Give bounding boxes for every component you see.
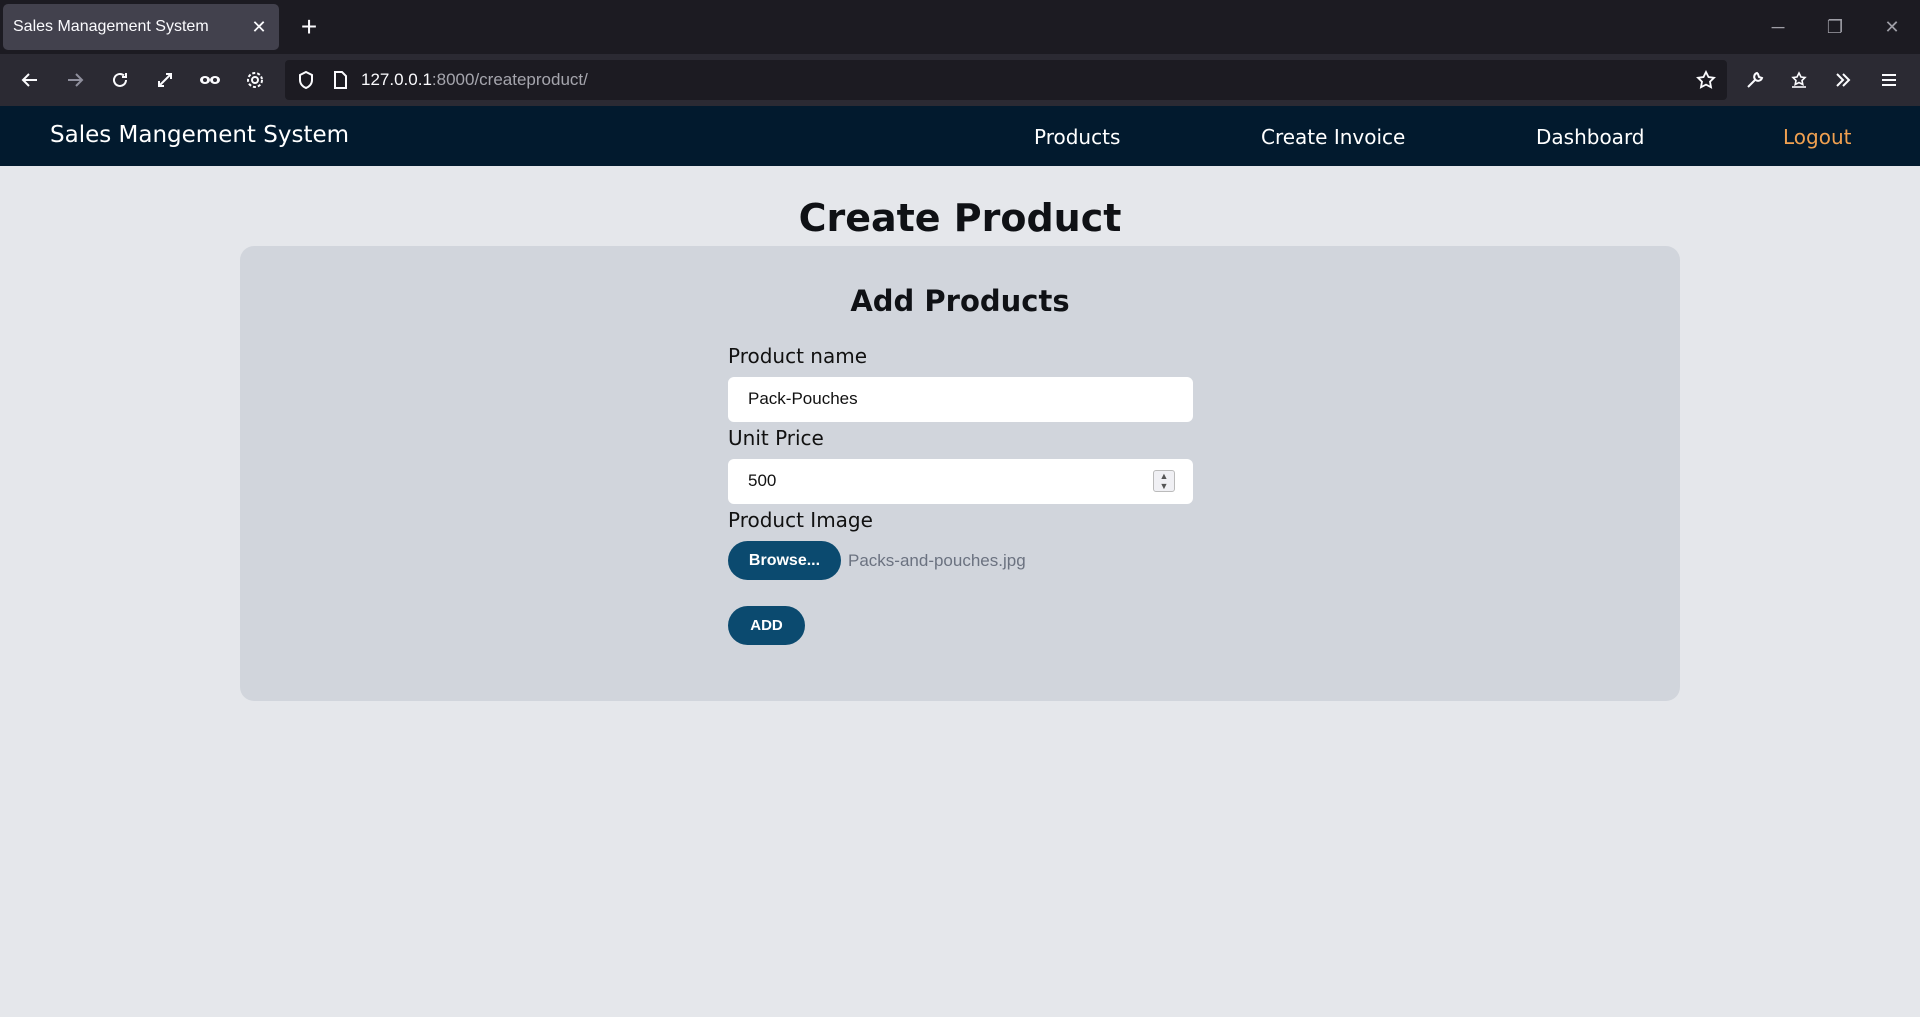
browse-button[interactable]: Browse... <box>728 541 841 580</box>
bookmark-star-icon[interactable] <box>1689 63 1723 97</box>
unit-price-label: Unit Price <box>728 426 824 450</box>
minimize-icon[interactable]: ─ <box>1763 12 1793 42</box>
brand-title[interactable]: Sales Mangement System <box>50 122 349 148</box>
browser-tab[interactable]: Sales Management System ✕ <box>3 4 279 50</box>
menu-hamburger-icon[interactable] <box>1872 63 1906 97</box>
form-heading: Add Products <box>850 284 1070 318</box>
private-mask-icon[interactable] <box>193 63 227 97</box>
app-navbar: Sales Mangement System Products Create I… <box>0 106 1920 166</box>
number-spinner-icon[interactable]: ▲ ▼ <box>1153 470 1175 492</box>
page-info-icon[interactable] <box>323 63 357 97</box>
nav-link-create-invoice[interactable]: Create Invoice <box>1261 125 1405 149</box>
overflow-chevrons-icon[interactable] <box>1826 63 1860 97</box>
page-title: Create Product <box>798 196 1122 240</box>
settings-gear-icon[interactable] <box>238 63 272 97</box>
url-host: 127.0.0.1 <box>361 70 432 89</box>
url-bar[interactable]: 127.0.0.1:8000/createproduct/ <box>285 60 1727 100</box>
forward-icon[interactable] <box>58 63 92 97</box>
selected-file-name: Packs-and-pouches.jpg <box>848 551 1026 570</box>
fullscreen-icon[interactable] <box>148 63 182 97</box>
unit-price-value: 500 <box>748 471 777 490</box>
url-path: :8000/createproduct/ <box>431 70 588 89</box>
browser-tab-bar: Sales Management System ✕ + ─ ❐ ✕ <box>0 0 1920 54</box>
new-tab-button[interactable]: + <box>292 10 326 44</box>
nav-link-dashboard[interactable]: Dashboard <box>1536 125 1645 149</box>
url-text[interactable]: 127.0.0.1:8000/createproduct/ <box>361 70 588 90</box>
close-window-icon[interactable]: ✕ <box>1877 12 1907 42</box>
product-name-value: Pack-Pouches <box>748 389 858 408</box>
add-product-card: Add Products Product name Pack-Pouches U… <box>240 246 1680 701</box>
pocket-star-icon[interactable] <box>1782 63 1816 97</box>
reload-icon[interactable] <box>103 63 137 97</box>
back-icon[interactable] <box>13 63 47 97</box>
browser-toolbar: 127.0.0.1:8000/createproduct/ <box>0 54 1920 106</box>
add-button[interactable]: ADD <box>728 606 805 645</box>
tab-title: Sales Management System <box>13 18 209 35</box>
nav-link-logout[interactable]: Logout <box>1783 125 1851 149</box>
product-image-label: Product Image <box>728 508 873 532</box>
product-name-label: Product name <box>728 344 868 368</box>
shield-icon[interactable] <box>289 63 323 97</box>
tab-close-icon[interactable]: ✕ <box>249 17 269 38</box>
product-name-input[interactable]: Pack-Pouches <box>728 377 1193 422</box>
unit-price-input[interactable]: 500 ▲ ▼ <box>728 459 1193 504</box>
restore-icon[interactable]: ❐ <box>1820 12 1850 42</box>
wrench-icon[interactable] <box>1738 63 1772 97</box>
nav-link-products[interactable]: Products <box>1034 125 1120 149</box>
